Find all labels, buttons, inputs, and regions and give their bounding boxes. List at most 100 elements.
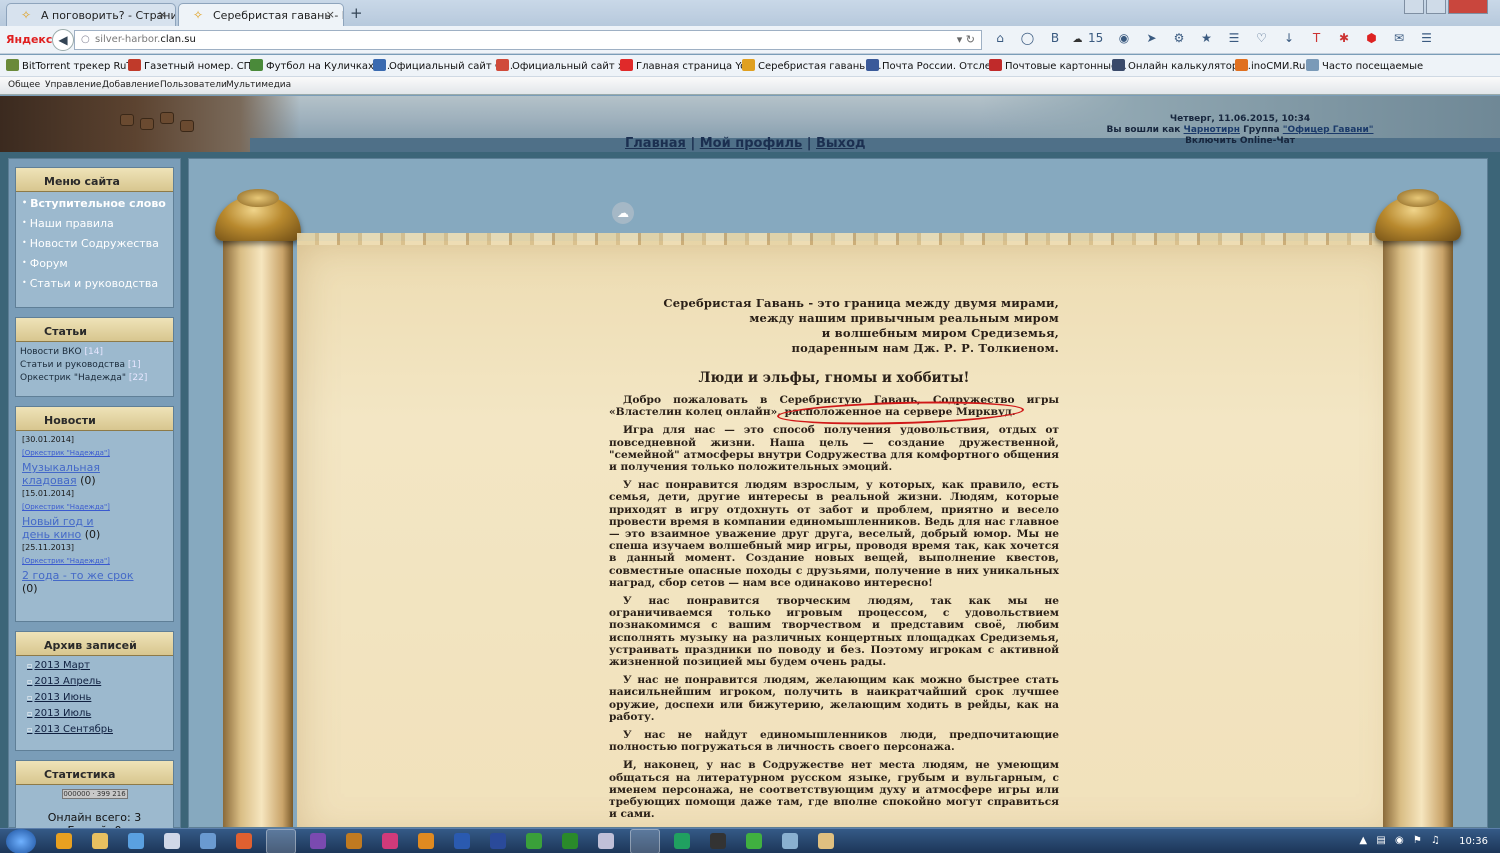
eye-icon[interactable]: ◉: [1114, 31, 1134, 45]
address-bar[interactable]: ○ silver-harbor.clan.su ▾ ↻: [74, 30, 982, 50]
list-icon[interactable]: ☰: [1224, 31, 1244, 45]
minimize-button[interactable]: [1404, 0, 1424, 14]
menu-icon[interactable]: ☰: [1417, 31, 1437, 45]
vk-icon[interactable]: B: [1045, 31, 1065, 45]
archive-link[interactable]: 2013 Сентябрь: [27, 724, 173, 740]
folder-taskbar-icon[interactable]: [92, 833, 108, 849]
app-taskbar-icon[interactable]: [200, 833, 216, 849]
news-category-link[interactable]: [Оркестрик "Надежда"]: [22, 503, 173, 515]
star-icon[interactable]: ★: [1197, 31, 1217, 45]
download-icon[interactable]: ↓: [1279, 31, 1299, 45]
admin-menu-manage[interactable]: Управление: [45, 80, 101, 90]
close-window-button[interactable]: [1448, 0, 1488, 14]
article-category[interactable]: Статьи и руководства [1]: [16, 360, 173, 373]
photoshop-taskbar-icon[interactable]: [454, 833, 470, 849]
bookmark-item[interactable]: BitTorrent трекер RuT...: [6, 59, 141, 72]
group-link[interactable]: "Офицер Гавани": [1283, 125, 1374, 135]
app-taskbar-icon[interactable]: [128, 833, 144, 849]
volume-icon[interactable]: ♫: [1431, 835, 1440, 846]
bookmark-item[interactable]: Почта России. Отсле...: [866, 59, 1000, 72]
photoshop-taskbar-icon[interactable]: [490, 833, 506, 849]
app-taskbar-icon[interactable]: [818, 833, 834, 849]
bookmark-item[interactable]: Онлайн калькулятор ...: [1112, 59, 1251, 72]
article-category[interactable]: Оркестрик "Надежда" [22]: [16, 373, 173, 386]
yandex-logo[interactable]: Яндекс: [6, 33, 52, 46]
news-title-link[interactable]: Новый год и день кино: [22, 515, 94, 541]
bookmark-item[interactable]: Футбол на Куличках : ...: [250, 59, 393, 72]
bookmark-item[interactable]: Официальный сайт х...: [496, 59, 633, 72]
app-taskbar-icon[interactable]: [526, 833, 542, 849]
archive-link[interactable]: 2013 Июль: [27, 708, 173, 724]
bird-icon[interactable]: ➤: [1142, 31, 1162, 45]
menu-item-forum[interactable]: Форум: [16, 254, 173, 274]
nav-home-link[interactable]: Главная: [625, 136, 686, 151]
weather-widget[interactable]: ☁ 15: [1073, 31, 1107, 45]
reload-icon[interactable]: ▾ ↻: [957, 33, 975, 46]
online-chat-link[interactable]: Включить Online-Чат: [1090, 136, 1390, 147]
active-window-taskbar-icon[interactable]: [266, 829, 296, 853]
archive-link[interactable]: 2013 Март: [27, 660, 173, 676]
firefox-taskbar-icon[interactable]: [630, 829, 660, 853]
tab-2[interactable]: ✧ Серебристая гавань - Гла... ×: [178, 3, 344, 26]
paint-taskbar-icon[interactable]: [236, 833, 252, 849]
archive-link[interactable]: 2013 Апрель: [27, 676, 173, 692]
app-taskbar-icon[interactable]: [746, 833, 762, 849]
illustrator-taskbar-icon[interactable]: [418, 833, 434, 849]
menu-item-intro[interactable]: Вступительное слово: [16, 194, 173, 214]
admin-menu-media[interactable]: Мультимедиа: [226, 80, 291, 90]
article-category[interactable]: Новости ВКО [14]: [16, 347, 173, 360]
admin-menu-add[interactable]: Добавление: [102, 80, 159, 90]
adblock-icon[interactable]: ⬢: [1362, 31, 1382, 45]
bookmark-item[interactable]: Главная страница Yo...: [620, 59, 756, 72]
nav-profile-link[interactable]: Мой профиль: [700, 136, 802, 151]
tab-1[interactable]: ✧ А поговорить? - Страниц... ×: [6, 3, 176, 26]
back-button[interactable]: ◀: [52, 29, 74, 51]
sync-icon[interactable]: ◯: [1018, 31, 1038, 45]
translate-icon[interactable]: T: [1307, 31, 1327, 45]
system-clock[interactable]: 10:36: [1459, 836, 1488, 847]
username-link[interactable]: Чарнотирн: [1184, 125, 1240, 135]
tab-2-close-icon[interactable]: ×: [326, 8, 335, 21]
bookmark-item[interactable]: Газетный номер. СП...: [128, 59, 261, 72]
news-category-link[interactable]: [Оркестрик "Надежда"]: [22, 449, 173, 461]
app-taskbar-icon[interactable]: [598, 833, 614, 849]
maximize-button[interactable]: [1426, 0, 1446, 14]
bookmark-item[interactable]: Официальный сайт Ф...: [373, 59, 513, 72]
admin-menu-general[interactable]: Общее: [8, 80, 40, 90]
home-icon[interactable]: ⌂: [990, 31, 1010, 45]
new-tab-button[interactable]: +: [350, 4, 363, 22]
browser-taskbar-icon[interactable]: [56, 833, 72, 849]
chat-icon[interactable]: ✉: [1389, 31, 1409, 45]
cloud-icon[interactable]: ☁: [612, 202, 634, 224]
pocket-icon[interactable]: ♡: [1252, 31, 1272, 45]
menu-item-rules[interactable]: Наши правила: [16, 214, 173, 234]
flag-icon[interactable]: ⚑: [1413, 835, 1422, 846]
app-taskbar-icon[interactable]: [674, 833, 690, 849]
bridge-taskbar-icon[interactable]: [346, 833, 362, 849]
bookmark-item[interactable]: Почтовые картонные...: [989, 59, 1127, 72]
document-taskbar-icon[interactable]: [164, 833, 180, 849]
addon-icon[interactable]: ✱: [1334, 31, 1354, 45]
tray-arrow-icon[interactable]: ▲: [1359, 835, 1367, 846]
bookmark-item[interactable]: inoСМИ.Ru: [1235, 59, 1305, 72]
update-icon[interactable]: ◉: [1395, 835, 1404, 846]
app-taskbar-icon[interactable]: [562, 833, 578, 849]
premiere-taskbar-icon[interactable]: [310, 833, 326, 849]
menu-item-articles[interactable]: Статьи и руководства: [16, 274, 173, 294]
start-button[interactable]: [6, 829, 36, 853]
nav-logout-link[interactable]: Выход: [816, 136, 865, 151]
news-category-link[interactable]: [Оркестрик "Надежда"]: [22, 557, 173, 569]
bookmark-item[interactable]: Часто посещаемые: [1306, 59, 1423, 72]
indesign-taskbar-icon[interactable]: [382, 833, 398, 849]
admin-menu-users[interactable]: Пользователи: [160, 80, 227, 90]
visit-counter[interactable]: 000000 · 399 216: [61, 789, 128, 799]
app-taskbar-icon[interactable]: [710, 833, 726, 849]
news-title-link[interactable]: 2 года - то же срок: [22, 569, 134, 582]
app-taskbar-icon[interactable]: [782, 833, 798, 849]
bookmark-item[interactable]: Серебристая гавань -...: [742, 59, 881, 72]
tab-1-close-icon[interactable]: ×: [158, 8, 167, 21]
archive-link[interactable]: 2013 Июнь: [27, 692, 173, 708]
menu-item-news[interactable]: Новости Содружества: [16, 234, 173, 254]
gear-icon[interactable]: ⚙: [1169, 31, 1189, 45]
network-icon[interactable]: ▤: [1376, 835, 1385, 846]
